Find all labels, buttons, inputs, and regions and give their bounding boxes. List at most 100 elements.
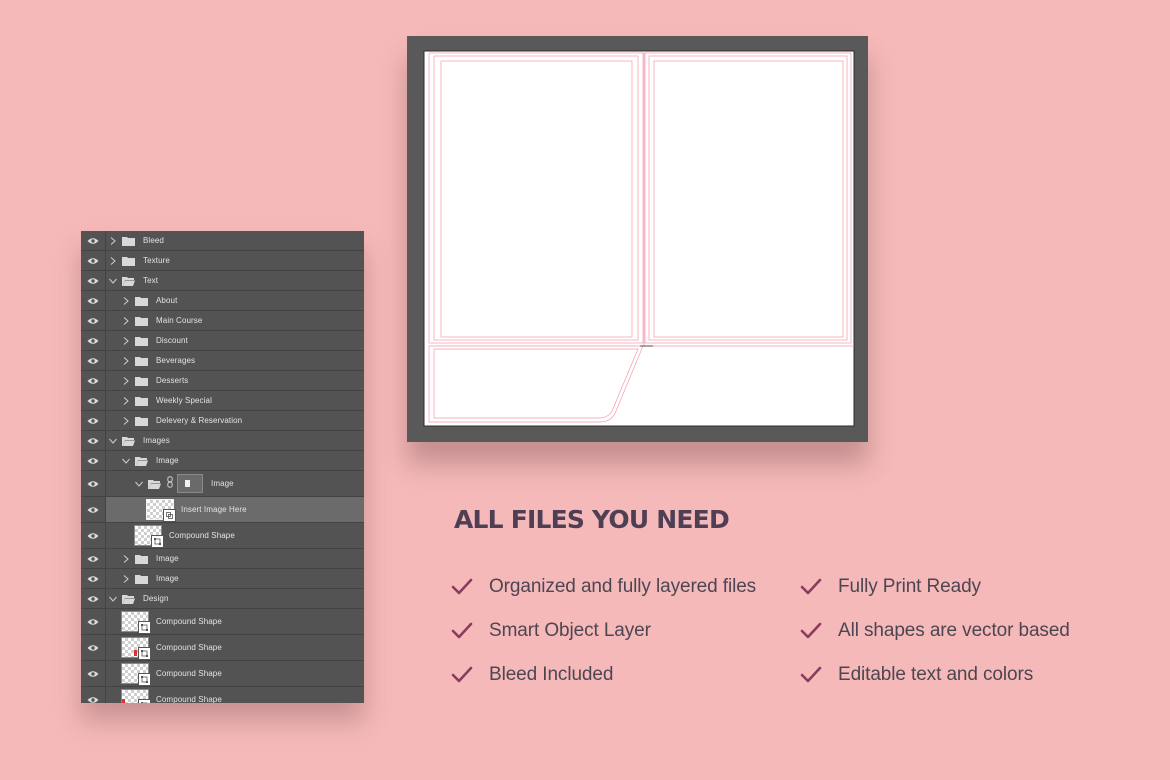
layer-name: Desserts <box>156 376 189 385</box>
layer-name: Compound Shape <box>156 669 222 678</box>
feature-label: Fully Print Ready <box>838 576 981 597</box>
layer-thumbnail[interactable] <box>121 663 151 686</box>
eye-icon[interactable] <box>87 337 99 345</box>
layer-row-design[interactable]: Design <box>81 589 364 609</box>
eye-icon[interactable] <box>87 257 99 265</box>
eye-icon[interactable] <box>87 506 99 514</box>
chevron-down-icon[interactable] <box>134 479 144 489</box>
layer-name: Design <box>143 594 169 603</box>
layer-row-image-2[interactable]: Image <box>81 549 364 569</box>
check-icon <box>800 666 822 684</box>
layer-row-image-group[interactable]: Image <box>81 451 364 471</box>
layer-row-text[interactable]: Text <box>81 271 364 291</box>
layer-thumbnail[interactable] <box>121 611 151 634</box>
eye-icon[interactable] <box>87 670 99 678</box>
chevron-down-icon[interactable] <box>121 456 131 466</box>
eye-icon[interactable] <box>87 397 99 405</box>
eye-icon[interactable] <box>87 532 99 540</box>
chevron-right-icon[interactable] <box>121 554 131 564</box>
eye-icon[interactable] <box>87 377 99 385</box>
layer-row-image-3[interactable]: Image <box>81 569 364 589</box>
check-icon <box>451 666 473 684</box>
chevron-right-icon[interactable] <box>121 296 131 306</box>
vector-shape-icon <box>138 621 151 634</box>
chevron-right-icon[interactable] <box>108 256 118 266</box>
chevron-right-icon[interactable] <box>121 316 131 326</box>
folder-icon <box>135 316 148 326</box>
layer-row-image-masked[interactable]: Image <box>81 471 364 497</box>
check-icon <box>451 622 473 640</box>
eye-icon[interactable] <box>87 357 99 365</box>
layer-name: Image <box>211 479 234 488</box>
folder-icon <box>135 296 148 306</box>
layer-name: Compound Shape <box>169 531 235 540</box>
layer-name: About <box>156 296 178 305</box>
chevron-right-icon[interactable] <box>121 336 131 346</box>
features-title: ALL FILES YOU NEED <box>454 505 730 534</box>
eye-icon[interactable] <box>87 696 99 704</box>
layer-row-about[interactable]: About <box>81 291 364 311</box>
chevron-right-icon[interactable] <box>108 236 118 246</box>
layer-thumbnail[interactable] <box>146 499 176 522</box>
layer-row-compound-shape-3[interactable]: Compound Shape <box>81 635 364 661</box>
layer-row-main-course[interactable]: Main Course <box>81 311 364 331</box>
layer-name: Texture <box>143 256 170 265</box>
folder-icon <box>135 554 148 564</box>
feature-label: Bleed Included <box>489 664 614 685</box>
folder-icon <box>135 396 148 406</box>
folder-template-artboard <box>423 50 855 427</box>
chevron-down-icon[interactable] <box>108 276 118 286</box>
layer-name: Compound Shape <box>156 695 222 703</box>
layer-row-delevery-reservation[interactable]: Delevery & Reservation <box>81 411 364 431</box>
layer-row-beverages[interactable]: Beverages <box>81 351 364 371</box>
folder-icon <box>135 336 148 346</box>
eye-icon[interactable] <box>87 644 99 652</box>
eye-icon[interactable] <box>87 277 99 285</box>
layer-name: Compound Shape <box>156 617 222 626</box>
chevron-down-icon[interactable] <box>108 436 118 446</box>
folder-open-icon <box>148 479 161 489</box>
folder-icon <box>135 574 148 584</box>
layer-name: Image <box>156 554 179 563</box>
layer-row-compound-shape-2[interactable]: Compound Shape <box>81 609 364 635</box>
folder-icon <box>122 236 135 246</box>
eye-icon[interactable] <box>87 317 99 325</box>
vector-shape-icon <box>138 673 151 686</box>
layer-row-weekly-special[interactable]: Weekly Special <box>81 391 364 411</box>
chevron-right-icon[interactable] <box>121 416 131 426</box>
layer-row-images[interactable]: Images <box>81 431 364 451</box>
layer-row-texture[interactable]: Texture <box>81 251 364 271</box>
eye-icon[interactable] <box>87 457 99 465</box>
layer-thumbnail[interactable] <box>121 689 151 703</box>
eye-icon[interactable] <box>87 480 99 488</box>
layer-row-compound-shape-4[interactable]: Compound Shape <box>81 661 364 687</box>
layer-row-insert-image-here[interactable]: Insert Image Here <box>81 497 364 523</box>
eye-icon[interactable] <box>87 297 99 305</box>
chevron-right-icon[interactable] <box>121 574 131 584</box>
chevron-right-icon[interactable] <box>121 396 131 406</box>
eye-icon[interactable] <box>87 575 99 583</box>
layer-thumbnail[interactable] <box>134 525 164 548</box>
chevron-down-icon[interactable] <box>108 594 118 604</box>
eye-icon[interactable] <box>87 417 99 425</box>
chevron-right-icon[interactable] <box>121 376 131 386</box>
link-icon[interactable] <box>167 475 173 493</box>
mask-thumbnail[interactable] <box>177 474 203 493</box>
eye-icon[interactable] <box>87 618 99 626</box>
layer-name: Insert Image Here <box>181 505 247 514</box>
layer-name: Weekly Special <box>156 396 212 405</box>
layer-row-bleed[interactable]: Bleed <box>81 231 364 251</box>
eye-icon[interactable] <box>87 437 99 445</box>
eye-icon[interactable] <box>87 237 99 245</box>
chevron-right-icon[interactable] <box>121 356 131 366</box>
layer-row-discount[interactable]: Discount <box>81 331 364 351</box>
layer-row-compound-shape[interactable]: Compound Shape <box>81 523 364 549</box>
eye-icon[interactable] <box>87 555 99 563</box>
shape-preview-mark <box>122 699 125 703</box>
layer-row-compound-shape-5[interactable]: Compound Shape <box>81 687 364 703</box>
eye-icon[interactable] <box>87 595 99 603</box>
folder-open-icon <box>122 594 135 604</box>
feature-label: Organized and fully layered files <box>489 576 757 597</box>
layer-row-desserts[interactable]: Desserts <box>81 371 364 391</box>
layer-thumbnail[interactable] <box>121 637 151 660</box>
